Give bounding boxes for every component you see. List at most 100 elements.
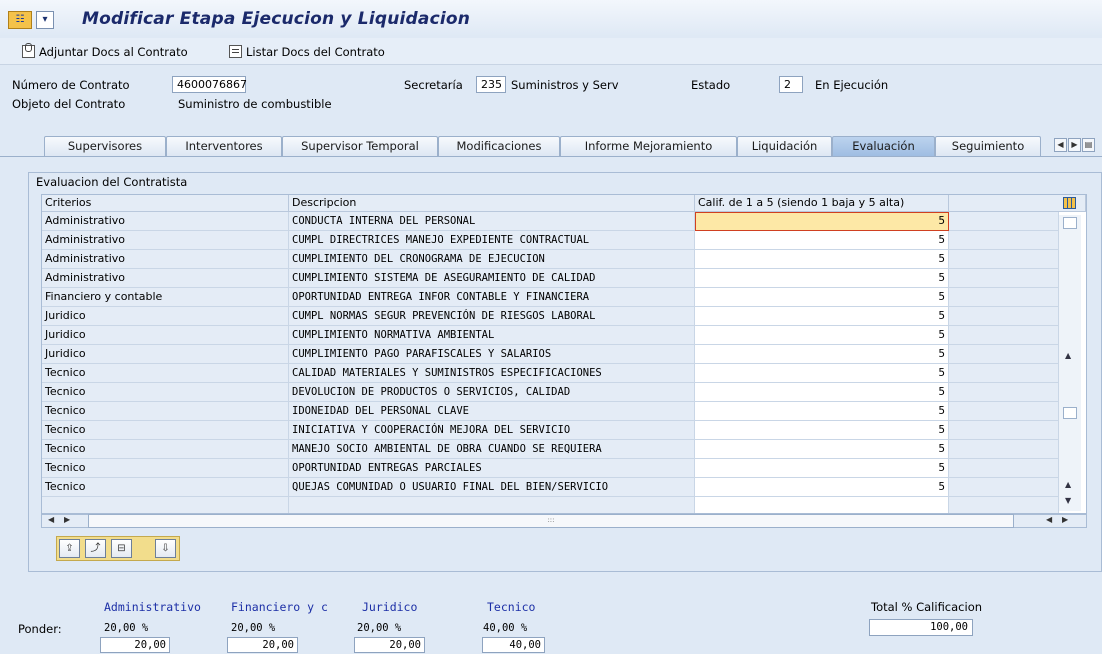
cell-empty	[949, 402, 1059, 421]
cell-descripcion: CALIDAD MATERIALES Y SUMINISTROS ESPECIF…	[289, 364, 695, 383]
table-row[interactable]: Administrativo CUMPLIMIENTO SISTEMA DE AS…	[42, 269, 1086, 288]
hscroll-left-icon[interactable]: ◀	[48, 515, 54, 524]
table-row[interactable]: Tecnico CALIDAD MATERIALES Y SUMINISTROS …	[42, 364, 1086, 383]
table-row[interactable]: Tecnico IDONEIDAD DEL PERSONAL CLAVE 5	[42, 402, 1086, 421]
table-row[interactable]: Administrativo CUMPL DIRECTRICES MANEJO E…	[42, 231, 1086, 250]
objeto-value: Suministro de combustible	[178, 97, 332, 111]
scroll-up-icon[interactable]: ▲	[1065, 351, 1071, 360]
cell-criterio: Tecnico	[42, 421, 289, 440]
value-administrativo[interactable]: 20,00	[100, 637, 170, 653]
cell-calificacion-input[interactable]: 5	[695, 250, 949, 269]
estado-code-field[interactable]: 2	[779, 76, 803, 93]
attach-docs-label: Adjuntar Docs al Contrato	[39, 45, 188, 59]
table-row[interactable]: Financiero y contable OPORTUNIDAD ENTREGA…	[42, 288, 1086, 307]
tab-seguimiento[interactable]: Seguimiento	[935, 136, 1041, 156]
cell-criterio: Juridico	[42, 345, 289, 364]
cell-calificacion-input[interactable]: 5	[695, 440, 949, 459]
cell-empty	[949, 459, 1059, 478]
cell-calificacion-input[interactable]: 5	[695, 364, 949, 383]
hscroll-thumb[interactable]: :::	[88, 514, 1014, 528]
table-row-empty[interactable]	[42, 497, 1086, 513]
category-label-financiero: Financiero y c	[231, 600, 328, 614]
value-juridico[interactable]: 20,00	[354, 637, 425, 653]
cell-criterio: Administrativo	[42, 231, 289, 250]
scroll-thumb-top[interactable]	[1063, 217, 1077, 229]
menu-dropdown-icon[interactable]: ▾	[36, 11, 54, 29]
list-documents-icon	[229, 45, 242, 58]
tab-scroll-left-button[interactable]: ◀	[1054, 138, 1067, 152]
cell-criterio: Financiero y contable	[42, 288, 289, 307]
cell-calificacion-input[interactable]: 5	[695, 402, 949, 421]
scroll-thumb-middle[interactable]	[1063, 407, 1077, 419]
ponder-label: Ponder:	[18, 622, 62, 636]
tab-liquidacion[interactable]: Liquidación	[737, 136, 832, 156]
hscroll-right-icon-right[interactable]: ▶	[1062, 515, 1068, 524]
table-row[interactable]: Tecnico OPORTUNIDAD ENTREGAS PARCIALES 5	[42, 459, 1086, 478]
tab-modificaciones[interactable]: Modificaciones	[438, 136, 560, 156]
scroll-up-icon-lower[interactable]: ▲	[1065, 480, 1071, 489]
cell-calificacion-input[interactable]: 5	[695, 231, 949, 250]
value-tecnico[interactable]: 40,00	[482, 637, 545, 653]
hscroll-right-icon[interactable]: ▶	[64, 515, 70, 524]
sap-screen-icon[interactable]: ☷	[8, 11, 32, 29]
cell-calificacion-input[interactable]: 5	[695, 345, 949, 364]
cell-calificacion-input[interactable]: 5	[695, 478, 949, 497]
delete-row-button[interactable]: ⊟	[111, 539, 132, 558]
tab-interventores[interactable]: Interventores	[166, 136, 282, 156]
secretaria-code-field[interactable]: 235	[476, 76, 506, 93]
list-docs-button[interactable]: Listar Docs del Contrato	[229, 43, 385, 61]
table-row[interactable]: Tecnico QUEJAS COMUNIDAD O USUARIO FINAL …	[42, 478, 1086, 497]
tab-scroll-right-button[interactable]: ▶	[1068, 138, 1081, 152]
scroll-down-icon[interactable]: ▼	[1065, 496, 1071, 505]
table-vertical-scrollbar[interactable]: ▲ ▲ ▼	[1059, 215, 1081, 511]
tab-evaluacion[interactable]: Evaluación	[832, 136, 935, 156]
delete-row-icon: ⊟	[117, 543, 126, 554]
evaluation-table: Criterios Descripcion Calif. de 1 a 5 (s…	[41, 194, 1087, 514]
append-row-button[interactable]: ⤴	[85, 539, 106, 558]
cell-descripcion: DEVOLUCION DE PRODUCTOS O SERVICIOS, CAL…	[289, 383, 695, 402]
cell-calificacion-input[interactable]: 5	[695, 459, 949, 478]
cell-calificacion-input[interactable]: 5	[695, 307, 949, 326]
cell-calificacion-input[interactable]: 5	[695, 269, 949, 288]
cell-empty	[695, 497, 949, 513]
cell-empty	[949, 212, 1059, 231]
contract-number-field[interactable]: 4600076867	[172, 76, 247, 93]
cell-criterio: Tecnico	[42, 383, 289, 402]
cell-empty	[949, 250, 1059, 269]
copy-row-button[interactable]: ⇩	[155, 539, 176, 558]
tab-supervisor-temporal[interactable]: Supervisor Temporal	[282, 136, 438, 156]
table-row[interactable]: Juridico CUMPL NORMAS SEGUR PREVENCIÓN DE…	[42, 307, 1086, 326]
column-header-descripcion[interactable]: Descripcion	[289, 195, 695, 212]
table-row[interactable]: Tecnico MANEJO SOCIO AMBIENTAL DE OBRA CU…	[42, 440, 1086, 459]
table-row[interactable]: Administrativo CUMPLIMIENTO DEL CRONOGRAM…	[42, 250, 1086, 269]
table-row[interactable]: Administrativo CONDUCTA INTERNA DEL PERSO…	[42, 212, 1086, 231]
column-layout-icon[interactable]	[1063, 197, 1076, 209]
cell-empty	[949, 307, 1059, 326]
append-row-icon: ⤴	[90, 543, 101, 554]
evaluation-group-title: Evaluacion del Contratista	[36, 175, 188, 189]
tab-strip-line	[0, 156, 1102, 157]
cell-descripcion: QUEJAS COMUNIDAD O USUARIO FINAL DEL BIE…	[289, 478, 695, 497]
cell-calificacion-input[interactable]: 5	[695, 212, 949, 231]
value-financiero[interactable]: 20,00	[227, 637, 298, 653]
insert-row-button[interactable]: ⇪	[59, 539, 80, 558]
cell-calificacion-input[interactable]: 5	[695, 421, 949, 440]
attach-document-icon	[22, 43, 35, 58]
cell-calificacion-input[interactable]: 5	[695, 288, 949, 307]
cell-calificacion-input[interactable]: 5	[695, 383, 949, 402]
tab-list-button[interactable]: ▤	[1082, 138, 1095, 152]
category-label-juridico: Juridico	[362, 600, 418, 614]
cell-calificacion-input[interactable]: 5	[695, 326, 949, 345]
table-row[interactable]: Tecnico DEVOLUCION DE PRODUCTOS O SERVICI…	[42, 383, 1086, 402]
column-header-criterios[interactable]: Criterios	[42, 195, 289, 212]
hscroll-left-icon-right[interactable]: ◀	[1046, 515, 1052, 524]
tab-supervisores[interactable]: Supervisores	[44, 136, 166, 156]
tab-informe-mejoramiento[interactable]: Informe Mejoramiento	[560, 136, 737, 156]
table-row[interactable]: Juridico CUMPLIMIENTO PAGO PARAFISCALES Y…	[42, 345, 1086, 364]
table-row[interactable]: Tecnico INICIATIVA Y COOPERACIÓN MEJORA D…	[42, 421, 1086, 440]
attach-docs-button[interactable]: Adjuntar Docs al Contrato	[22, 43, 188, 61]
table-row[interactable]: Juridico CUMPLIMIENTO NORMATIVA AMBIENTAL…	[42, 326, 1086, 345]
pct-juridico: 20,00 %	[357, 622, 402, 634]
total-calificacion-field[interactable]: 100,00	[869, 619, 973, 636]
column-header-calificacion[interactable]: Calif. de 1 a 5 (siendo 1 baja y 5 alta)	[695, 195, 949, 212]
